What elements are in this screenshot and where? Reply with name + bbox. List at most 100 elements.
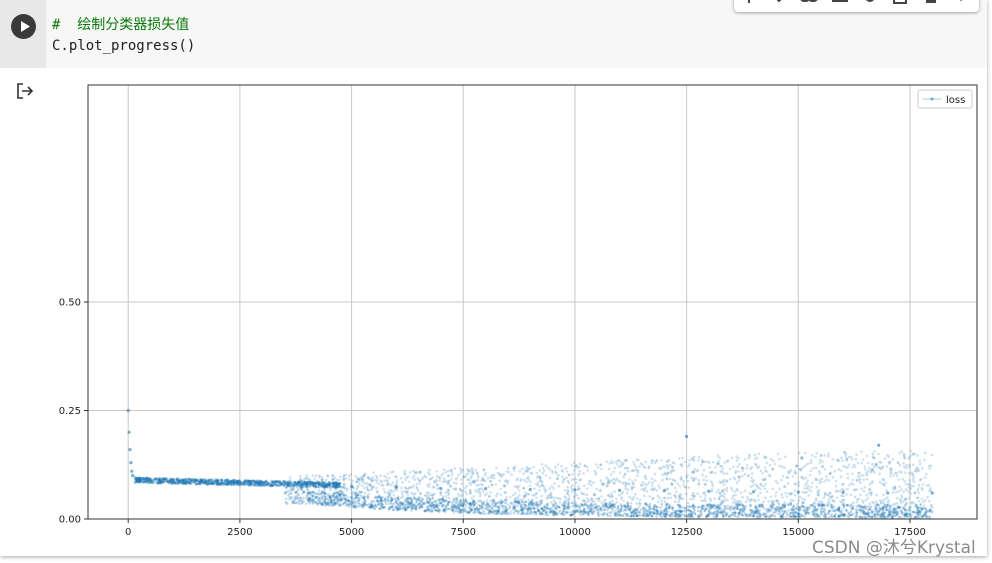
loss-point [581, 512, 585, 516]
loss-point [438, 479, 441, 483]
loss-point [871, 480, 875, 483]
move-up-icon[interactable] [738, 0, 760, 4]
loss-point [856, 461, 860, 465]
loss-point [749, 504, 752, 508]
loss-point [753, 453, 757, 457]
loss-point [427, 471, 430, 475]
loss-point [549, 495, 553, 499]
loss-point [815, 452, 818, 455]
loss-point [522, 497, 525, 501]
loss-point [831, 495, 834, 498]
loss-point [893, 471, 897, 475]
loss-point [844, 465, 847, 469]
loss-point [658, 486, 662, 490]
loss-point [366, 494, 369, 498]
loss-point [846, 466, 850, 469]
loss-point [914, 467, 918, 471]
loss-point [181, 479, 184, 482]
loss-point [821, 503, 824, 507]
loss-point [811, 503, 814, 507]
loss-point [900, 471, 903, 474]
loss-point [325, 483, 329, 487]
loss-point [789, 503, 793, 507]
loss-point [577, 487, 580, 491]
loss-point [687, 465, 690, 468]
loss-point [543, 487, 546, 491]
loss-point [706, 460, 709, 463]
loss-point [514, 509, 518, 512]
loss-point [643, 507, 646, 510]
loss-point [633, 492, 637, 496]
loss-sample-point [216, 479, 220, 483]
loss-point [820, 480, 823, 484]
loss-point [868, 483, 871, 486]
loss-point [524, 506, 528, 510]
loss-point [907, 457, 910, 461]
loss-point [608, 495, 612, 499]
loss-point [782, 511, 786, 515]
loss-point [618, 471, 622, 475]
loss-point [885, 496, 889, 500]
loss-point [661, 478, 664, 482]
loss-point [578, 462, 582, 466]
loss-point [520, 508, 523, 512]
loss-point [749, 467, 752, 471]
loss-point [635, 502, 638, 505]
loss-point [686, 501, 690, 505]
loss-point [367, 492, 370, 496]
loss-point [447, 493, 450, 497]
loss-point [817, 515, 821, 519]
loss-point [855, 479, 859, 483]
comment-icon[interactable] [829, 0, 851, 4]
loss-point [516, 504, 519, 508]
loss-point [579, 513, 582, 517]
loss-point [762, 500, 765, 504]
loss-point [596, 466, 600, 469]
loss-point [142, 478, 145, 482]
loss-point [759, 482, 762, 486]
loss-point [435, 503, 438, 507]
loss-point [487, 510, 491, 513]
loss-point [913, 452, 916, 456]
run-cell-button[interactable] [11, 14, 36, 39]
loss-point [499, 487, 502, 491]
loss-point [647, 508, 651, 512]
loss-point [801, 501, 804, 504]
loss-point [522, 478, 526, 482]
loss-point [516, 477, 520, 481]
move-down-icon[interactable] [768, 0, 790, 4]
loss-point [743, 508, 746, 511]
loss-point [509, 512, 513, 515]
link-icon[interactable] [798, 0, 820, 4]
loss-point [871, 452, 874, 456]
loss-point [743, 472, 747, 476]
loss-point [821, 510, 825, 513]
loss-point [375, 481, 378, 484]
loss-point [589, 509, 592, 512]
loss-point [640, 488, 644, 491]
settings-icon[interactable] [859, 0, 881, 4]
loss-point [552, 487, 555, 490]
loss-point [818, 472, 822, 475]
more-options-icon[interactable] [950, 0, 972, 4]
loss-point [866, 461, 870, 465]
loss-point [733, 490, 737, 493]
loss-point [669, 496, 672, 500]
loss-point [793, 515, 796, 519]
loss-point [337, 503, 341, 507]
loss-point [533, 507, 536, 510]
loss-point [917, 491, 920, 495]
loss-point [373, 507, 377, 511]
loss-point [723, 461, 727, 464]
loss-point [922, 504, 926, 508]
loss-point [715, 510, 719, 513]
loss-point [407, 502, 411, 505]
loss-point [504, 498, 507, 501]
loss-point [430, 509, 434, 513]
loss-point [487, 512, 491, 515]
loss-point [731, 511, 734, 514]
mirror-cell-icon[interactable] [889, 0, 911, 4]
delete-icon[interactable] [920, 0, 942, 4]
output-redirect-icon[interactable] [15, 81, 35, 101]
loss-point [767, 509, 771, 512]
